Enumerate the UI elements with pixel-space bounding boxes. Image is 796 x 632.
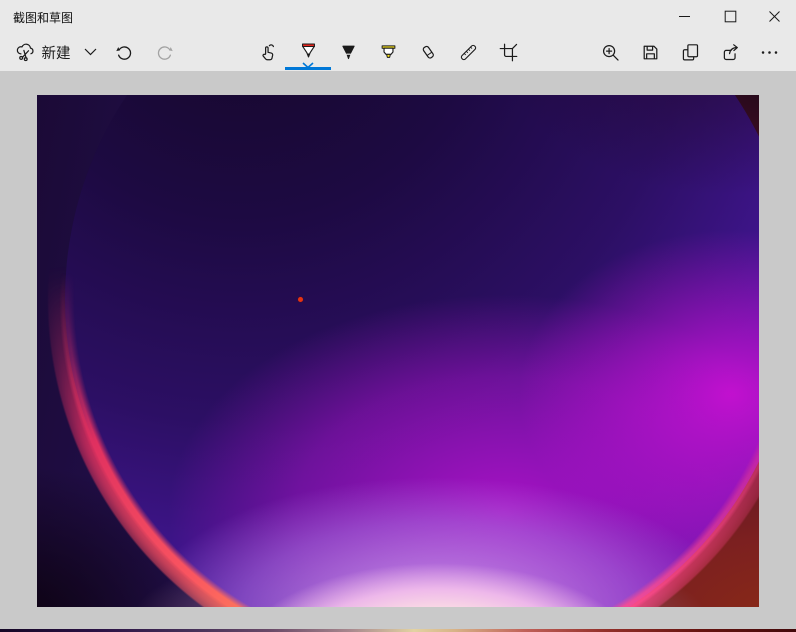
new-snip-dropdown-button[interactable] <box>78 36 102 68</box>
window-title: 截图和草图 <box>13 9 73 26</box>
screenshot-image[interactable] <box>37 95 759 607</box>
window-chrome: 截图和草图 新建 <box>0 0 796 71</box>
copy-button[interactable] <box>674 36 706 68</box>
copy-icon <box>680 42 701 63</box>
crop-button[interactable] <box>492 36 524 68</box>
crop-icon <box>498 42 519 63</box>
save-icon <box>640 42 661 63</box>
highlighter-icon <box>378 42 399 63</box>
more-icon <box>759 42 780 63</box>
canvas-area <box>0 71 796 632</box>
pencil-icon <box>338 42 359 63</box>
highlighter-button[interactable] <box>372 36 404 68</box>
eraser-icon <box>418 42 439 63</box>
maximize-icon <box>724 10 737 23</box>
new-snip-label: 新建 <box>42 42 71 63</box>
close-button[interactable] <box>753 0 796 32</box>
pencil-button[interactable] <box>332 36 364 68</box>
share-icon <box>720 42 741 63</box>
ruler-button[interactable] <box>452 36 484 68</box>
close-icon <box>768 10 781 23</box>
selected-tool-indicator <box>285 67 331 70</box>
share-button[interactable] <box>714 36 746 68</box>
minimize-button[interactable] <box>661 0 707 32</box>
sphere-rim <box>59 95 759 607</box>
touch-writing-button[interactable] <box>252 36 284 68</box>
snip-new-icon <box>14 42 35 63</box>
zoom-icon <box>600 42 621 63</box>
zoom-button[interactable] <box>594 36 626 68</box>
more-options-button[interactable] <box>752 36 786 68</box>
minimize-icon <box>678 10 691 23</box>
redo-icon <box>154 42 175 63</box>
chevron-down-icon <box>84 48 97 56</box>
red-ink-dot <box>298 297 303 302</box>
eraser-button[interactable] <box>412 36 444 68</box>
undo-button[interactable] <box>109 36 139 68</box>
save-button[interactable] <box>634 36 666 68</box>
redo-button[interactable] <box>149 36 179 68</box>
ballpoint-pen-icon <box>298 40 319 61</box>
ruler-icon <box>458 42 479 63</box>
new-snip-button[interactable]: 新建 <box>6 36 78 68</box>
touch-writing-icon <box>258 42 279 63</box>
maximize-button[interactable] <box>707 0 753 32</box>
undo-icon <box>114 42 135 63</box>
title-bar[interactable]: 截图和草图 <box>0 0 796 32</box>
